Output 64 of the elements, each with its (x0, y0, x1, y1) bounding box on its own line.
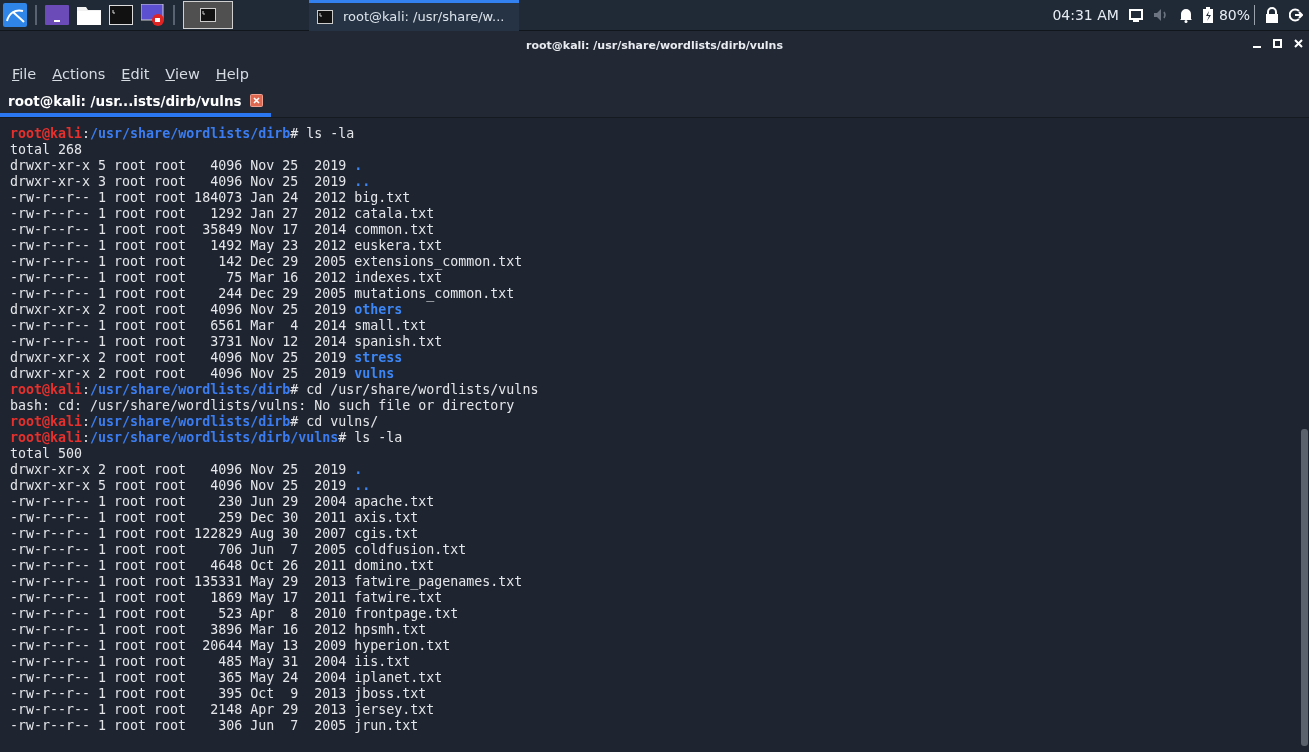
terminal-line: -rw-r--r-- 1 root root 230 Jun 29 2004 apache.txt (10, 494, 435, 510)
terminal-line: -rw-r--r-- 1 root root 135331 May 29 2013 fatwire_pagenames.txt (10, 574, 523, 590)
menu-item[interactable]: Actions (44, 66, 114, 82)
terminal-icon (200, 8, 216, 22)
menu-item[interactable]: View (157, 66, 208, 82)
terminal-line: drwxr-xr-x 2 root root 4096 Nov 25 2019 . (10, 462, 363, 478)
terminal-icon[interactable] (109, 5, 133, 25)
terminal-line: total 500 (10, 446, 83, 462)
terminal-line: -rw-r--r-- 1 root root 306 Jun 7 2005 jrun.txt (10, 718, 419, 734)
terminal-line: -rw-r--r-- 1 root root 485 May 31 2004 iis.txt (10, 654, 411, 670)
task-button[interactable]: root@kali: /usr/share/w... (309, 0, 519, 31)
terminal-line: -rw-r--r-- 1 root root 244 Dec 29 2005 mutations_common.txt (10, 286, 515, 302)
terminal-line: root@kali:/usr/share/wordlists/dirb/vulns# ls -la (10, 430, 403, 446)
screen-recorder-icon[interactable] (141, 4, 165, 26)
terminal-line: -rw-r--r-- 1 root root 395 Oct 9 2013 jboss.txt (10, 686, 427, 702)
scrollbar-thumb[interactable] (1301, 429, 1308, 746)
menu-item[interactable]: Edit (113, 66, 158, 82)
terminal-line: -rw-r--r-- 1 root root 142 Dec 29 2005 extensions_common.txt (10, 254, 523, 270)
terminal-line: drwxr-xr-x 5 root root 4096 Nov 25 2019 .. (10, 478, 371, 494)
terminal-line: -rw-r--r-- 1 root root 523 Apr 8 2010 frontpage.txt (10, 606, 459, 622)
dragon-logo-icon[interactable] (3, 3, 27, 27)
maximize-icon[interactable] (1273, 39, 1282, 48)
terminal-line: drwxr-xr-x 3 root root 4096 Nov 25 2019 .. (10, 174, 371, 190)
volume-icon[interactable] (1152, 8, 1169, 22)
terminal-line: -rw-r--r-- 1 root root 3731 Nov 12 2014 spanish.txt (10, 334, 443, 350)
terminal-line: -rw-r--r-- 1 root root 4648 Oct 26 2011 domino.txt (10, 558, 435, 574)
terminal-line: -rw-r--r-- 1 root root 3896 Mar 16 2012 hpsmh.txt (10, 622, 427, 638)
terminal-line: root@kali:/usr/share/wordlists/dirb# cd /usr/share/wordlists/vulns (10, 382, 539, 398)
display-icon[interactable] (1128, 8, 1143, 22)
terminal-line: -rw-r--r-- 1 root root 259 Dec 30 2011 axis.txt (10, 510, 419, 526)
terminal-line: -rw-r--r-- 1 root root 2148 Apr 29 2013 jersey.txt (10, 702, 435, 718)
close-icon[interactable] (249, 94, 263, 107)
battery-icon[interactable] (1202, 7, 1213, 23)
lock-icon[interactable] (1265, 7, 1279, 23)
terminal-line: -rw-r--r-- 1 root root 20644 May 13 2009 hyperion.txt (10, 638, 451, 654)
terminal-line: -rw-r--r-- 1 root root 706 Jun 7 2005 coldfusion.txt (10, 542, 467, 558)
terminal-line: root@kali:/usr/share/wordlists/dirb# cd vulns/ (10, 414, 379, 430)
terminal-line: drwxr-xr-x 2 root root 4096 Nov 25 2019 others (10, 302, 403, 318)
clock[interactable]: 04:31 AM (1052, 7, 1119, 23)
terminal-line: drwxr-xr-x 5 root root 4096 Nov 25 2019 . (10, 158, 363, 174)
terminal-line: drwxr-xr-x 2 root root 4096 Nov 25 2019 vulns (10, 366, 395, 382)
logout-icon[interactable] (1289, 8, 1303, 22)
terminal-line: -rw-r--r-- 1 root root 6561 Mar 4 2014 small.txt (10, 318, 427, 334)
terminal-line: root@kali:/usr/share/wordlists/dirb# ls -la (10, 126, 355, 142)
menu-item[interactable]: Help (207, 66, 257, 82)
terminal-line: -rw-r--r-- 1 root root 1492 May 23 2012 euskera.txt (10, 238, 443, 254)
folder-icon[interactable] (77, 5, 101, 25)
terminal-line: -rw-r--r-- 1 root root 1869 May 17 2011 fatwire.txt (10, 590, 443, 606)
terminal-line: -rw-r--r-- 1 root root 365 May 24 2004 iplanet.txt (10, 670, 443, 686)
terminal-line: -rw-r--r-- 1 root root 35849 Nov 17 2014 common.txt (10, 222, 435, 238)
terminal-line: -rw-r--r-- 1 root root 122829 Aug 30 2007 cgis.txt (10, 526, 419, 542)
terminal-line: -rw-r--r-- 1 root root 1292 Jan 27 2012 catala.txt (10, 206, 435, 222)
workspace-button[interactable] (183, 1, 233, 29)
terminal-line: -rw-r--r-- 1 root root 184073 Jan 24 2012 big.txt (10, 190, 411, 206)
terminal-line: total 268 (10, 142, 83, 158)
menu-item[interactable]: File (4, 66, 45, 82)
window-icon[interactable] (45, 5, 69, 25)
terminal-line: -rw-r--r-- 1 root root 75 Mar 16 2012 indexes.txt (10, 270, 443, 286)
battery-percentage: 80% (1218, 7, 1250, 23)
terminal-icon (317, 9, 333, 24)
terminal-line: drwxr-xr-x 2 root root 4096 Nov 25 2019 stress (10, 350, 403, 366)
bell-icon[interactable] (1178, 7, 1193, 23)
terminal-line: bash: cd: /usr/share/wordlists/vulns: No such file or directory (10, 398, 515, 414)
window-title: root@kali: /usr/share/wordlists/dirb/vulns (526, 39, 783, 52)
